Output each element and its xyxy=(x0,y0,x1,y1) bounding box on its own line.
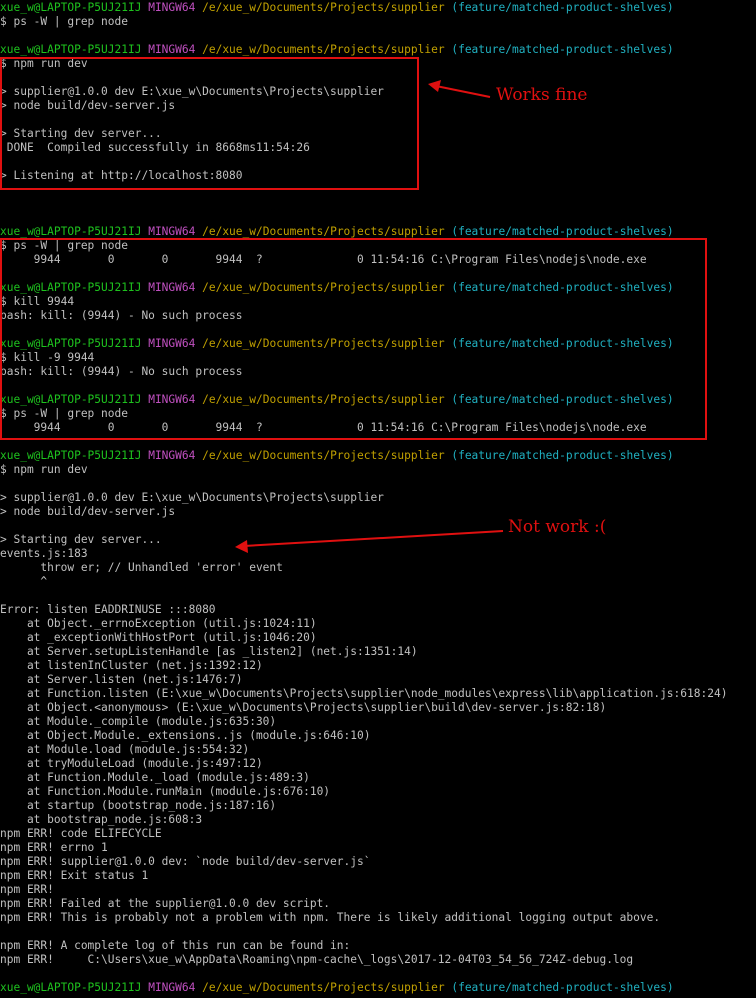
terminal-window[interactable]: xue_w@LAPTOP-P5UJ21IJ MINGW64 /e/xue_w/D… xyxy=(0,0,756,998)
arrow-not-work xyxy=(235,530,504,553)
